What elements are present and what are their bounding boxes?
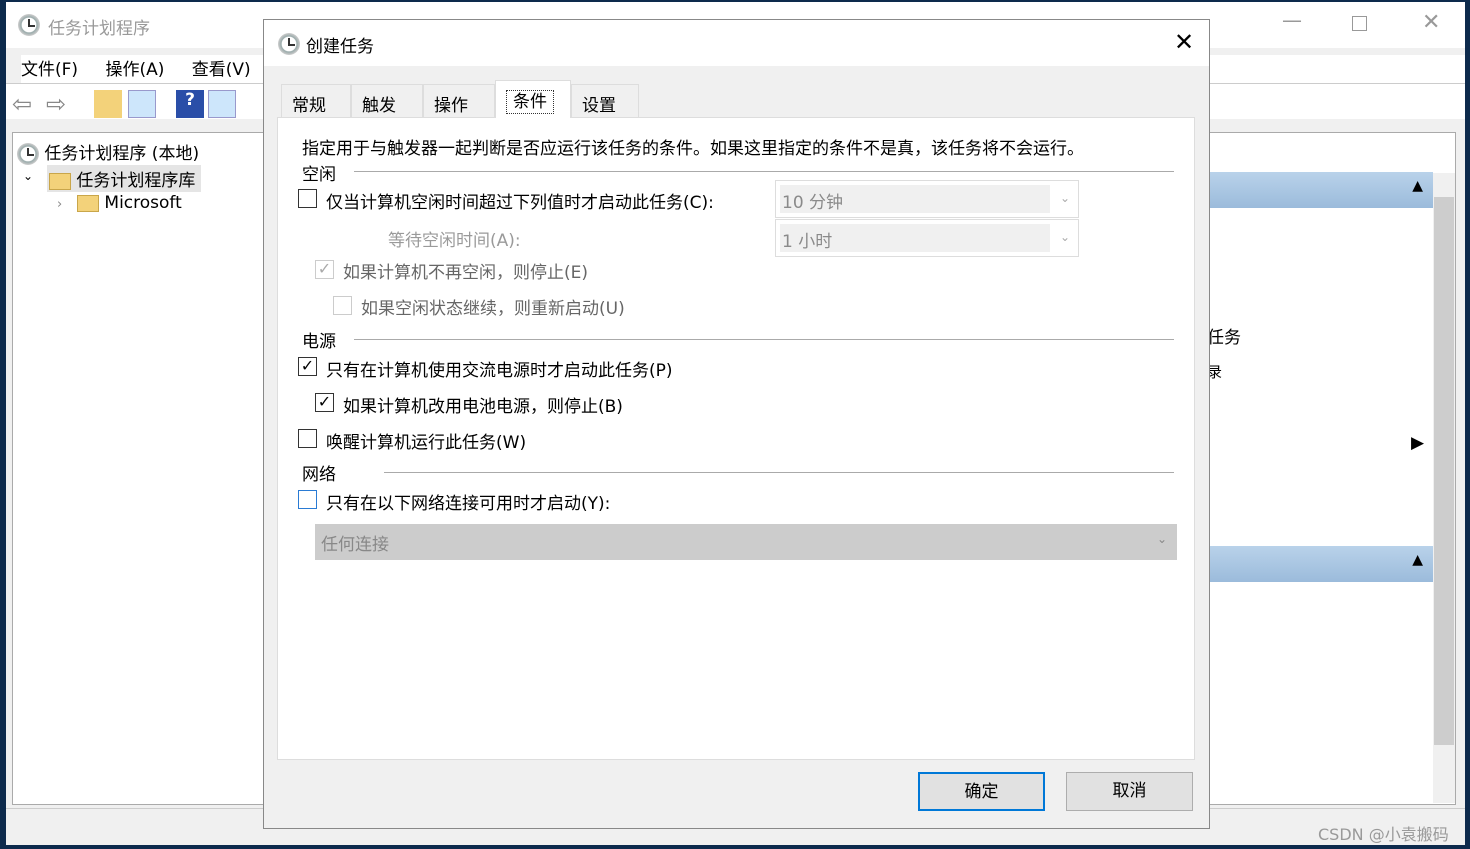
scrollbar-thumb[interactable] (1434, 197, 1454, 745)
stop-on-battery-label: 如果计算机改用电池电源，则停止(B) (343, 397, 623, 417)
show-hide-action-pane-icon[interactable] (208, 90, 236, 118)
network-checkbox[interactable] (298, 490, 317, 509)
folder-clock-icon (49, 172, 71, 190)
restart-if-idle-checkbox[interactable] (333, 296, 352, 315)
actions-pane: ▲ 任务 录 ▶ ▲ (1206, 132, 1456, 805)
chevron-down-icon: ⌄ (1156, 532, 1167, 546)
back-icon[interactable]: ⇦ (12, 90, 40, 118)
network-connection-select[interactable]: 任何连接 ⌄ (315, 524, 1177, 560)
help-icon[interactable]: ? (176, 90, 204, 118)
wake-checkbox[interactable] (298, 429, 317, 448)
collapse-chevron-icon[interactable]: › (57, 197, 62, 212)
up-folder-icon[interactable] (94, 90, 122, 118)
stop-on-battery-checkbox[interactable]: ✓ (315, 393, 334, 412)
wait-idle-label: 等待空闲时间(A): (388, 231, 521, 251)
selected-item-header[interactable]: ▲ (1207, 546, 1433, 582)
tab-actions[interactable]: 操作 (423, 84, 495, 118)
wait-idle-select[interactable]: 1 小时 ⌄ (775, 219, 1079, 257)
network-section-header: 网络 (302, 465, 336, 485)
start-if-idle-label: 仅当计算机空闲时间超过下列值时才启动此任务(C): (326, 193, 714, 213)
power-section-header: 电源 (302, 332, 336, 352)
tab-conditions[interactable]: 条件 (495, 80, 571, 118)
conditions-panel: 指定用于与触发器一起判断是否应运行该任务的条件。如果这里指定的条件不是真，该任务… (277, 117, 1195, 760)
folder-icon (77, 194, 99, 212)
action-item[interactable]: 任务 (1207, 323, 1241, 348)
tab-triggers[interactable]: 触发器 (351, 84, 423, 141)
minimize-button[interactable]: — (1282, 8, 1302, 32)
ac-power-label: 只有在计算机使用交流电源时才启动此任务(P) (326, 361, 673, 381)
window-title: 任务计划程序 (48, 19, 150, 39)
ac-power-checkbox[interactable]: ✓ (298, 357, 317, 376)
start-if-idle-checkbox[interactable] (298, 189, 317, 208)
tree-item-library[interactable]: 任务计划程序库 (47, 165, 202, 192)
restart-if-idle-label: 如果空闲状态继续，则重新启动(U) (361, 299, 625, 319)
chevron-down-icon: ⌄ (1059, 191, 1070, 205)
idle-section-header: 空闲 (302, 165, 336, 185)
maximize-button[interactable] (1352, 16, 1367, 31)
forward-icon[interactable]: ⇨ (46, 90, 74, 118)
dialog-title-bar: 创建任务 ✕ (264, 20, 1209, 66)
clock-icon (18, 14, 40, 36)
create-task-dialog: 创建任务 ✕ 常规 触发器 操作 条件 设置 指定用于与触发器一起判断是否应运行… (263, 19, 1210, 829)
tab-general[interactable]: 常规 (281, 84, 351, 118)
stop-if-not-idle-checkbox[interactable]: ✓ (315, 260, 334, 279)
expand-chevron-icon[interactable]: ⌄ (23, 169, 33, 183)
tree-pane: 任务计划程序 (本地) ⌄ 任务计划程序库 › Microsoft (12, 132, 264, 805)
idle-duration-select[interactable]: 10 分钟 ⌄ (775, 180, 1079, 218)
menu-action[interactable]: 操作(A) (105, 60, 164, 80)
dialog-title: 创建任务 (306, 37, 374, 57)
tree-item-microsoft[interactable]: Microsoft (77, 193, 182, 213)
cancel-button[interactable]: 取消 (1066, 772, 1193, 811)
show-hide-tree-icon[interactable] (128, 90, 156, 118)
chevron-down-icon: ⌄ (1059, 230, 1070, 244)
tree-item-local[interactable]: 任务计划程序 (本地) (17, 139, 199, 165)
clock-icon (278, 33, 300, 55)
actions-header[interactable]: ▲ (1207, 172, 1433, 208)
wake-label: 唤醒计算机运行此任务(W) (326, 433, 527, 453)
close-button[interactable]: ✕ (1422, 10, 1440, 35)
menu-view[interactable]: 查看(V) (192, 60, 251, 80)
stop-if-not-idle-label: 如果计算机不再空闲，则停止(E) (343, 263, 589, 283)
tab-settings[interactable]: 设置 (571, 84, 639, 118)
watermark: CSDN @小袁搬码 (1318, 825, 1449, 844)
submenu-arrow-icon: ▶ (1411, 433, 1425, 453)
menu-file[interactable]: 文件(F) (21, 60, 78, 80)
network-label: 只有在以下网络连接可用时才启动(Y): (326, 494, 611, 514)
dialog-close-button[interactable]: ✕ (1174, 28, 1194, 56)
ok-button[interactable]: 确定 (918, 772, 1045, 811)
scrollbar[interactable] (1433, 173, 1455, 803)
description-text: 指定用于与触发器一起判断是否应运行该任务的条件。如果这里指定的条件不是真，该任务… (302, 139, 1084, 159)
